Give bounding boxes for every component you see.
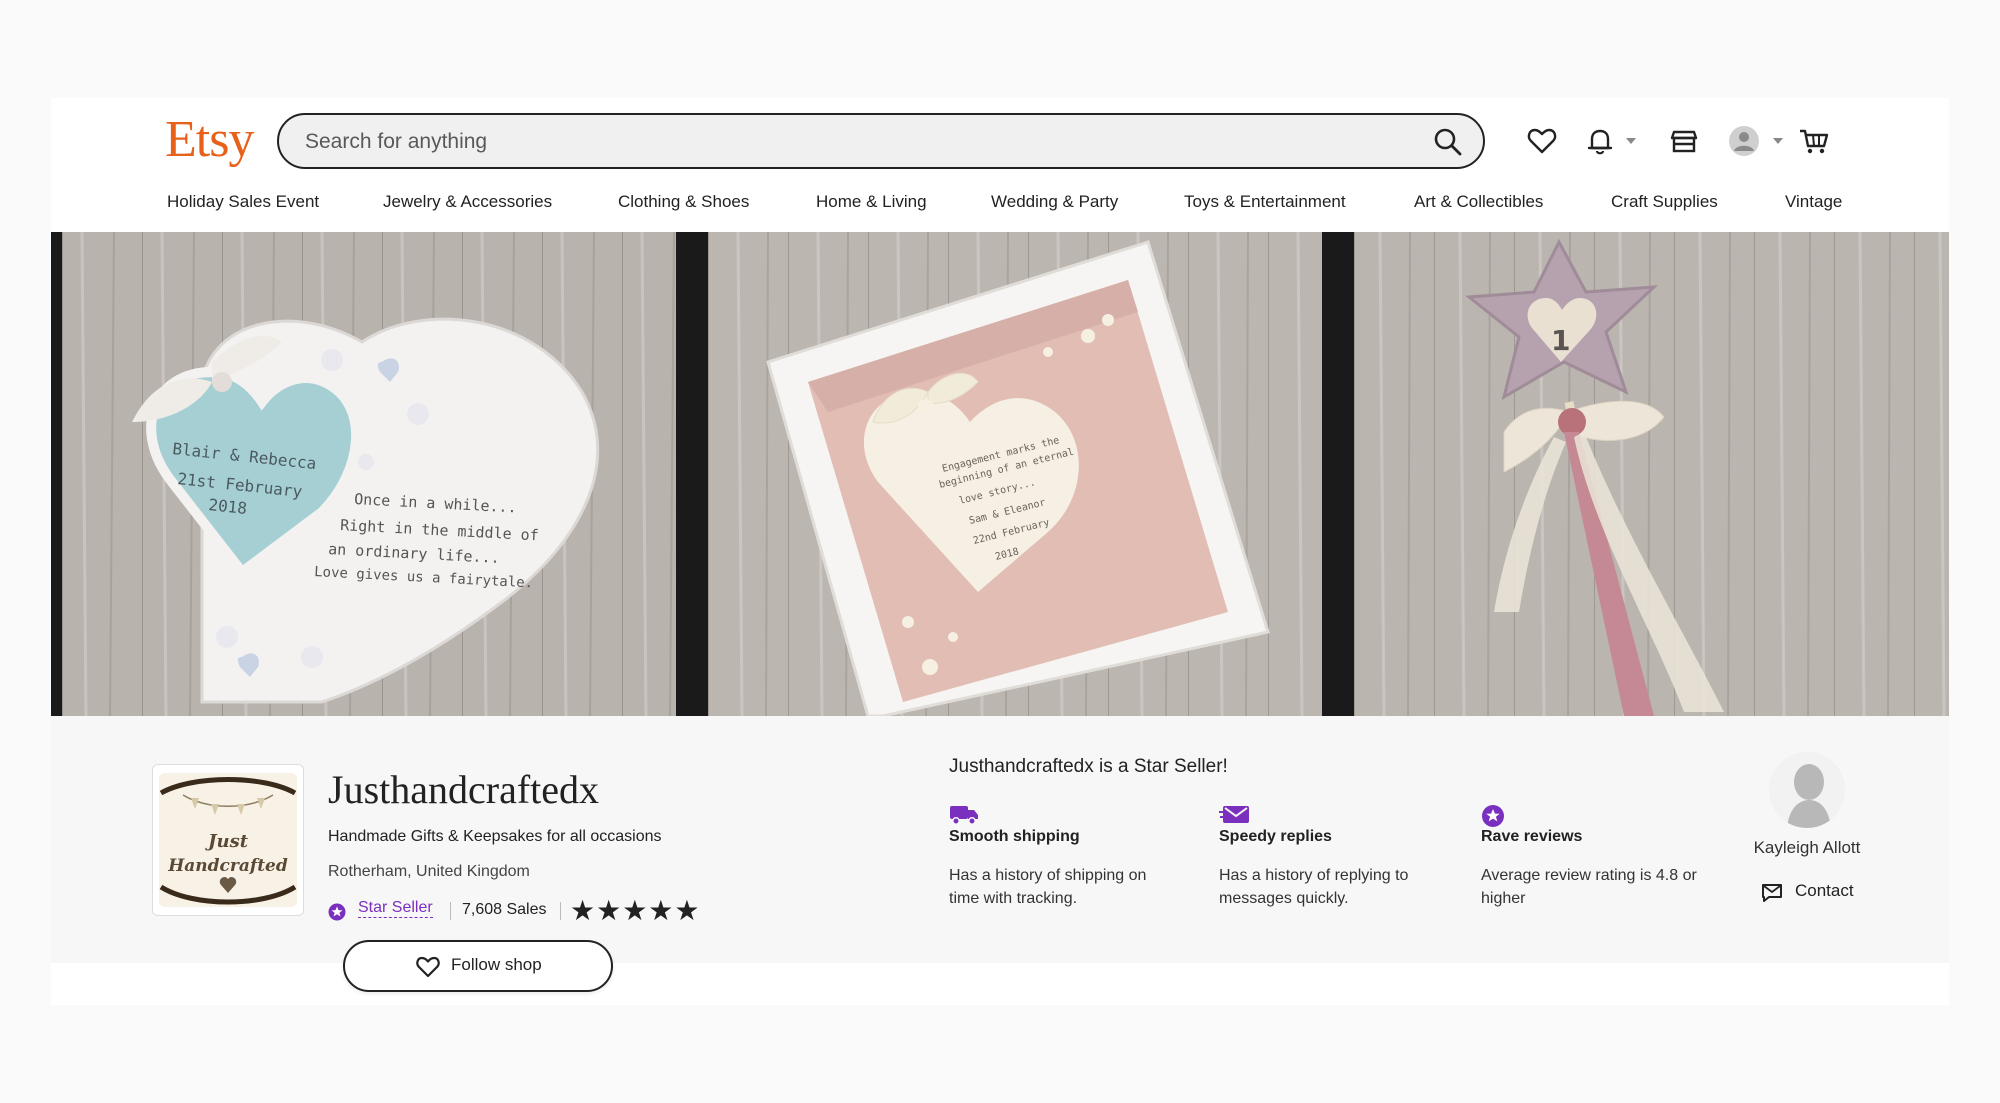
envelope-icon <box>1219 806 1249 823</box>
follow-shop-label: Follow shop <box>451 955 542 974</box>
owner-name[interactable]: Kayleigh Allott <box>1747 838 1867 858</box>
wand-number: 1 <box>1551 324 1570 357</box>
nav-item-craft-supplies[interactable]: Craft Supplies <box>1611 192 1718 212</box>
heart-icon <box>1527 128 1557 154</box>
feature-description: Has a history of replying to messages qu… <box>1219 867 1409 907</box>
shop-location: Rotherham, United Kingdom <box>328 863 530 880</box>
etsy-logo[interactable]: Etsy <box>165 110 254 169</box>
nav-item-clothing-shoes[interactable]: Clothing & Shoes <box>618 192 749 212</box>
star-seller-title: Justhandcraftedx is a Star Seller! <box>949 756 1228 777</box>
contact-button[interactable]: Contact <box>1761 880 1871 904</box>
site-header: Etsy Search for anything Holiday Sales E… <box>51 98 1949 230</box>
account-button[interactable] <box>1727 124 1761 158</box>
bell-icon <box>1587 129 1613 155</box>
shop-info-section: Just Handcrafted Justhandcraftedx Handma… <box>51 716 1949 992</box>
shop-tagline: Handmade Gifts & Keepsakes for all occas… <box>328 828 662 845</box>
etsy-page: Etsy Search for anything Holiday Sales E… <box>51 98 1949 1005</box>
shop-logo-image: Just Handcrafted <box>159 773 297 907</box>
cart-icon <box>1800 129 1829 154</box>
feature-title: Speedy replies <box>1219 828 1332 845</box>
search-button[interactable] <box>1431 125 1465 159</box>
search-bar <box>277 113 1485 169</box>
shop-rating-row: Star Seller 7,608 Sales ★★★★★ <box>328 895 748 926</box>
banner-image-heart-plaque: Blair & Rebecca 21st February 2018 Once … <box>62 232 676 716</box>
search-icon <box>1434 128 1462 156</box>
heart-icon <box>416 956 440 978</box>
star-seller-link[interactable]: Star Seller <box>358 899 433 918</box>
shop-logo[interactable]: Just Handcrafted <box>152 764 304 916</box>
star-rating[interactable]: ★★★★★ <box>570 894 701 927</box>
notifications-button[interactable] <box>1583 124 1617 158</box>
person-silhouette-icon <box>1769 752 1845 828</box>
nav-item-toys-entertainment[interactable]: Toys & Entertainment <box>1184 192 1346 212</box>
chevron-down-icon[interactable] <box>1773 138 1783 144</box>
sales-count: 7,608 Sales <box>462 901 547 918</box>
star-badge-icon <box>1482 805 1504 827</box>
nav-item-art-collectibles[interactable]: Art & Collectibles <box>1414 192 1543 212</box>
truck-icon <box>950 806 978 825</box>
star-seller-badge-icon <box>328 903 346 921</box>
cart-button[interactable] <box>1797 124 1831 158</box>
nav-item-jewelry-accessories[interactable]: Jewelry & Accessories <box>383 192 552 212</box>
message-icon <box>1762 884 1782 902</box>
plaque-year: 2018 <box>208 495 248 518</box>
feature-title: Smooth shipping <box>949 828 1080 845</box>
shop-name: Justhandcraftedx <box>328 767 600 812</box>
nav-item-home-living[interactable]: Home & Living <box>816 192 927 212</box>
shop-logo-line-1: Just <box>205 831 249 852</box>
contact-label: Contact <box>1795 881 1854 900</box>
banner-image-star-wand: 1 <box>1354 232 1949 716</box>
follow-shop-button[interactable]: Follow shop <box>343 940 613 992</box>
shop-banner: Blair & Rebecca 21st February 2018 Once … <box>51 232 1949 716</box>
shop-manager-button[interactable] <box>1667 124 1701 158</box>
nav-item-holiday-sales-event[interactable]: Holiday Sales Event <box>167 192 319 212</box>
store-icon <box>1670 130 1698 153</box>
feature-description: Average review rating is 4.8 or higher <box>1481 867 1697 907</box>
chevron-down-icon[interactable] <box>1626 138 1636 144</box>
banner-image-frame: Engagement marks the beginning of an ete… <box>708 232 1322 716</box>
owner-avatar[interactable] <box>1769 752 1845 828</box>
user-avatar-icon <box>1729 126 1759 156</box>
search-input[interactable] <box>303 125 1387 159</box>
feature-description: Has a history of shipping on time with t… <box>949 867 1147 907</box>
divider <box>560 902 561 920</box>
nav-item-vintage[interactable]: Vintage <box>1785 192 1842 212</box>
nav-item-wedding-party[interactable]: Wedding & Party <box>991 192 1118 212</box>
category-nav: Holiday Sales Event Jewelry & Accessorie… <box>51 192 1949 228</box>
divider <box>450 902 451 920</box>
shop-logo-line-2: Handcrafted <box>167 856 288 876</box>
feature-title: Rave reviews <box>1481 828 1583 845</box>
favorites-button[interactable] <box>1525 124 1559 158</box>
